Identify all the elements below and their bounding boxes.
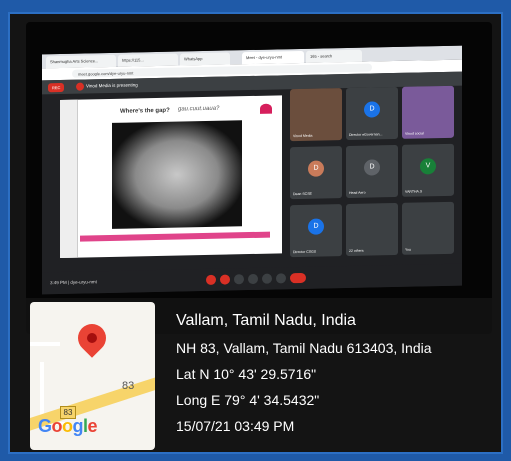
present-button[interactable] bbox=[262, 273, 272, 284]
participant-tile[interactable]: 22 others bbox=[346, 202, 398, 257]
participant-tile[interactable]: D Director CSGS bbox=[290, 204, 342, 258]
participant-grid: Vinod Media D Director eGovernan... Vino… bbox=[290, 85, 458, 266]
slide-accent-bar bbox=[80, 231, 270, 242]
browser-tab[interactable]: WhatsApp bbox=[180, 52, 230, 66]
participant-tile[interactable]: Vinod Media bbox=[290, 88, 342, 142]
longitude: Long E 79° 4' 34.5432" bbox=[176, 392, 320, 408]
slide-photo bbox=[112, 120, 242, 229]
participant-name: 22 others bbox=[349, 248, 364, 253]
participant-avatar: V bbox=[420, 158, 436, 175]
participant-tile[interactable]: You bbox=[402, 201, 454, 255]
participant-name: Vinod social bbox=[405, 131, 424, 136]
participant-name: Vinod Media bbox=[293, 133, 313, 139]
participant-name: Dean SCSE bbox=[293, 191, 312, 197]
slide-logo-icon bbox=[260, 103, 272, 114]
leave-call-button[interactable] bbox=[290, 272, 306, 284]
shared-slide: Where's the gap? gau.cuut.uaua? bbox=[60, 95, 282, 259]
raise-hand-button[interactable] bbox=[248, 273, 258, 285]
slide-title: Where's the gap? bbox=[120, 107, 170, 115]
participant-name: Director eGovernan... bbox=[349, 132, 383, 137]
recording-badge: REC bbox=[48, 82, 65, 93]
latitude: Lat N 10° 43' 29.5716" bbox=[176, 366, 317, 382]
location-pin-center bbox=[87, 333, 97, 343]
place-name: Vallam, Tamil Nadu, India bbox=[176, 312, 356, 329]
google-logo-letter: o bbox=[62, 416, 73, 436]
date-time: 15/07/21 03:49 PM bbox=[176, 418, 295, 434]
presenter-avatar bbox=[76, 82, 84, 91]
street-address: NH 83, Vallam, Tamil Nadu 613403, India bbox=[176, 340, 432, 356]
participant-tile[interactable]: D Head Aero bbox=[346, 144, 398, 199]
participant-tile[interactable]: Vinod social bbox=[402, 85, 454, 139]
meeting-time: 3:49 PM | dye-uryu-nmt bbox=[50, 279, 97, 286]
photo-frame: Shanmugha Arts Science... https://115...… bbox=[0, 0, 511, 461]
road-number-label: 83 bbox=[122, 380, 135, 392]
slide-thumbnail-panel bbox=[60, 99, 78, 259]
map-road bbox=[30, 342, 60, 346]
participant-avatar: D bbox=[364, 159, 380, 176]
captions-button[interactable] bbox=[234, 274, 244, 285]
participant-tile[interactable]: D Dean SCSE bbox=[290, 146, 342, 200]
participant-tile[interactable]: D Director eGovernan... bbox=[346, 86, 398, 141]
participant-avatar: D bbox=[364, 101, 380, 118]
camera-off-button[interactable] bbox=[220, 274, 230, 285]
monitor-screen: Shanmugha Arts Science... https://115...… bbox=[42, 45, 462, 295]
google-logo-letter: e bbox=[87, 416, 98, 436]
google-logo-letter: o bbox=[51, 416, 63, 436]
more-options-button[interactable] bbox=[276, 273, 286, 284]
google-logo-letter: G bbox=[38, 416, 52, 436]
presenting-text: Vinod Media is presenting bbox=[86, 82, 138, 89]
participant-avatar: D bbox=[308, 160, 324, 177]
participant-tile[interactable]: V VARTHA.S bbox=[402, 143, 454, 197]
participant-name: VARTHA.S bbox=[405, 189, 423, 194]
location-map: 83 83 Google bbox=[30, 302, 155, 450]
google-logo: Google bbox=[38, 416, 98, 437]
google-logo-letter: g bbox=[72, 416, 84, 436]
mic-off-button[interactable] bbox=[206, 274, 216, 285]
participant-name: You bbox=[405, 247, 411, 252]
participant-name: Director CSGS bbox=[293, 249, 317, 255]
participant-avatar: D bbox=[308, 218, 324, 235]
slide-subtitle: gau.cuut.uaua? bbox=[178, 105, 220, 113]
participant-name: Head Aero bbox=[349, 190, 366, 195]
